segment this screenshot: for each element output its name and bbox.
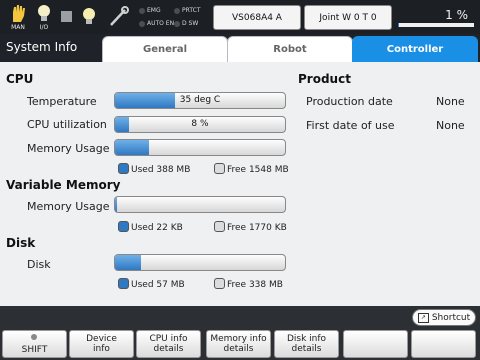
free-swatch-icon	[214, 163, 225, 174]
tab-controller[interactable]: Controller	[352, 36, 478, 62]
cpu-utilization-label: CPU utilization	[27, 118, 107, 131]
disk-label: Disk	[27, 258, 51, 271]
variable-memory-bar	[114, 196, 286, 213]
production-date-value: None	[436, 95, 465, 108]
used-swatch-icon	[118, 221, 129, 232]
memory-usage-bar-fill	[115, 140, 149, 155]
disk-bar-fill	[115, 255, 141, 270]
page-title: System Info	[6, 40, 78, 54]
status-bar: MAN I/O EMG AUTO EN PRTCT D SW VS068A4 A…	[0, 0, 480, 34]
used-swatch-icon	[118, 278, 129, 289]
io-label: I/O	[39, 24, 49, 31]
memory-free-legend: Free 1548 MB	[214, 163, 289, 175]
memory-usage-bar	[114, 139, 286, 156]
function-key-blank-2[interactable]	[411, 330, 476, 358]
first-use-label: First date of use	[306, 119, 395, 132]
prtct-indicator: PRTCT	[174, 7, 201, 14]
status-dot-icon	[139, 7, 145, 14]
stop-icon[interactable]	[61, 11, 72, 22]
memory-usage-label: Memory Usage	[27, 142, 110, 155]
disk-free-legend: Free 338 MB	[214, 278, 283, 290]
io-icon[interactable]: I/O	[32, 3, 56, 31]
production-date-label: Production date	[306, 95, 393, 108]
disk-heading: Disk	[6, 236, 36, 250]
shift-button[interactable]: SHIFT	[2, 330, 67, 358]
device-info-button[interactable]: Device info	[69, 330, 134, 358]
man-label: MAN	[11, 24, 25, 31]
memory-info-details-button[interactable]: Memory info details	[206, 330, 271, 358]
variable-memory-bar-fill	[115, 197, 117, 212]
status-dot-icon	[174, 20, 180, 27]
temperature-label: Temperature	[27, 95, 97, 108]
speed-bar	[398, 23, 474, 27]
speed-bar-fill	[398, 23, 399, 27]
robot-name-button[interactable]: VS068A4 A	[213, 5, 301, 30]
lamp-icon[interactable]	[80, 6, 98, 28]
dsw-indicator: D SW	[174, 20, 198, 27]
lightbulb-icon	[38, 5, 50, 21]
free-swatch-icon	[214, 278, 225, 289]
auto-en-indicator: AUTO EN	[139, 20, 174, 27]
cpu-heading: CPU	[6, 72, 34, 86]
cpu-utilization-value: 8 %	[191, 119, 209, 129]
shift-indicator-icon	[31, 334, 37, 340]
status-dot-icon	[139, 20, 145, 27]
variable-free-legend: Free 1770 KB	[214, 221, 287, 233]
tab-robot[interactable]: Robot	[227, 36, 353, 62]
variable-memory-heading: Variable Memory	[6, 178, 121, 192]
shortcut-button[interactable]: ↗ Shortcut	[412, 309, 476, 326]
shortcut-icon: ↗	[417, 312, 429, 323]
cpu-info-details-button[interactable]: CPU info details	[136, 330, 201, 358]
disk-used-legend: Used 57 MB	[118, 278, 185, 290]
tab-general[interactable]: General	[102, 36, 228, 62]
variable-used-legend: Used 22 KB	[118, 221, 183, 233]
temperature-bar: 35 deg C	[114, 92, 286, 109]
temperature-value: 35 deg C	[179, 95, 221, 105]
man-hand-icon[interactable]: MAN	[6, 3, 30, 31]
product-heading: Product	[298, 72, 351, 86]
memory-used-legend: Used 388 MB	[118, 163, 190, 175]
first-use-value: None	[436, 119, 465, 132]
emg-indicator: EMG	[139, 7, 161, 14]
speed-percent: 1 %	[445, 8, 468, 22]
used-swatch-icon	[118, 163, 129, 174]
coordinate-button[interactable]: Joint W 0 T 0	[304, 5, 392, 30]
disk-bar	[114, 254, 286, 271]
free-swatch-icon	[214, 221, 225, 232]
speed-indicator[interactable]: 1 %	[396, 4, 476, 30]
disk-info-details-button[interactable]: Disk info details	[274, 330, 339, 358]
status-dot-icon	[174, 7, 180, 14]
hand-icon	[13, 5, 25, 22]
cpu-utilization-bar: 8 %	[114, 116, 286, 133]
function-key-blank-1[interactable]	[343, 330, 408, 358]
variable-memory-usage-label: Memory Usage	[27, 200, 110, 213]
wrench-icon[interactable]	[108, 6, 130, 28]
